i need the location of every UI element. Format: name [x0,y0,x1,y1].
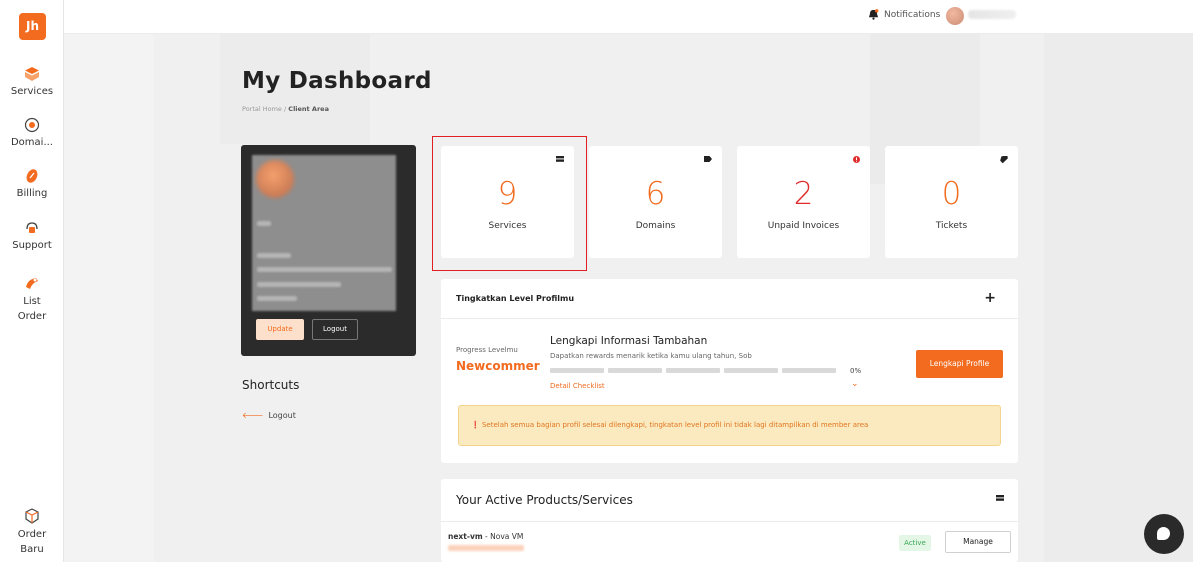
info-subtitle: Dapatkan rewards menarik ketika kamu ula… [550,352,752,360]
topbar: Notifications [64,0,1193,34]
stat-value: 0 [941,176,962,212]
card-header: Your Active Products/Services [441,479,1018,522]
progress-percent: 0% [850,367,862,375]
shortcut-logout-label: Logout [268,411,296,420]
user-avatar[interactable] [946,7,964,25]
notifications-button[interactable]: Notifications [868,9,940,20]
highlight-box [432,136,587,271]
profile-info [257,296,297,301]
active-products-card: Your Active Products/Services next-vm - … [441,479,1018,562]
product-domain [448,545,524,551]
product-host: next-vm [448,532,483,541]
breadcrumb-current: Client Area [288,105,329,113]
progress-segment [666,368,720,373]
complete-profile-button[interactable]: Lengkapi Profile [916,350,1003,378]
list-order-icon [26,278,38,289]
progress-segment [608,368,662,373]
stat-label: Tickets [935,221,968,231]
background-panel [1044,34,1193,562]
profile-info [257,282,341,287]
info-title: Lengkapi Informasi Tambahan [550,335,708,347]
sidebar-item-label: List Order [17,296,47,322]
breadcrumb: Portal Home / Client Area [242,105,329,113]
sidebar-item-services[interactable]: Services [0,66,64,98]
box-icon [25,67,39,81]
stat-value: 2 [793,176,814,212]
card-header: Tingkatkan Level Profilmu + [441,279,1018,319]
sidebar-item-support[interactable]: Support [0,220,64,252]
bell-icon [868,9,879,20]
progress-bar [550,368,836,373]
progress-level: Newcommer [456,359,540,373]
sidebar-item-label: Support [12,240,52,251]
status-badge: Active [899,535,931,551]
shortcuts-title: Shortcuts [242,378,300,392]
stat-card-unpaid-invoices[interactable]: 2 Unpaid Invoices [737,146,870,258]
support-icon [26,222,38,233]
stat-label: Unpaid Invoices [767,221,840,231]
billing-icon [26,169,38,183]
server-icon [996,495,1004,501]
chat-widget-button[interactable] [1144,514,1184,554]
user-menu[interactable] [968,10,1016,19]
shortcut-logout-link[interactable]: 🡐 Logout [242,410,296,420]
plus-icon[interactable]: + [984,290,996,306]
update-button[interactable]: Update [256,319,304,340]
cube-icon [25,508,39,524]
profile-card: Update Logout [241,145,416,356]
progress-label: Progress Levelmu [456,346,518,354]
globe-icon [24,117,40,133]
manage-button[interactable]: Manage [945,531,1011,553]
info-icon: ❗ [471,421,480,429]
sidebar-item-billing[interactable]: Billing [0,168,64,200]
sidebar-item-list-order[interactable]: List Order [0,275,64,324]
avatar [256,160,294,198]
profile-info [257,221,271,226]
stat-card-domains[interactable]: 6 Domains [589,146,722,258]
progress-segment [550,368,604,373]
sidebar-item-domains[interactable]: Domai... [0,117,64,149]
tag-icon [704,156,712,162]
notifications-label: Notifications [884,9,941,20]
ticket-icon [1000,156,1008,163]
stat-value: 6 [645,176,666,212]
profile-info [257,253,291,258]
sidebar-item-label: Services [10,86,54,97]
breadcrumb-separator: / [284,105,287,113]
card-title: Your Active Products/Services [456,493,633,507]
page-title: My Dashboard [242,68,432,94]
chevron-down-icon[interactable]: ⌄ [851,379,859,389]
profile-level-card: Tingkatkan Level Profilmu + Progress Lev… [441,279,1018,463]
progress-segment [782,368,836,373]
progress-segment [724,368,778,373]
sidebar-item-order-baru[interactable]: Order Baru [0,508,64,557]
sidebar-item-label: Order Baru [17,529,47,555]
stat-label: Domains [635,221,676,231]
alert-icon [853,156,860,163]
sidebar-item-label: Billing [16,188,48,199]
stat-card-tickets[interactable]: 0 Tickets [885,146,1018,258]
product-plan: Nova VM [490,532,524,541]
breadcrumb-home[interactable]: Portal Home [242,105,282,113]
profile-info [257,267,392,272]
product-name[interactable]: next-vm - Nova VM [448,532,523,541]
info-alert: ❗ Setelah semua bagian profil selesai di… [458,405,1001,446]
detail-checklist-link[interactable]: Detail Checklist [550,382,605,390]
alert-text: Setelah semua bagian profil selesai dile… [481,421,869,429]
brand-logo[interactable]: Jh [19,13,46,40]
background-panel [64,34,154,562]
sidebar-item-label: Domai... [10,137,53,148]
sidebar: Jh Services Domai... Billing Support Lis… [0,0,64,562]
logout-button[interactable]: Logout [312,319,358,340]
card-title: Tingkatkan Level Profilmu [456,294,575,303]
arrow-left-icon: 🡐 [242,411,264,420]
